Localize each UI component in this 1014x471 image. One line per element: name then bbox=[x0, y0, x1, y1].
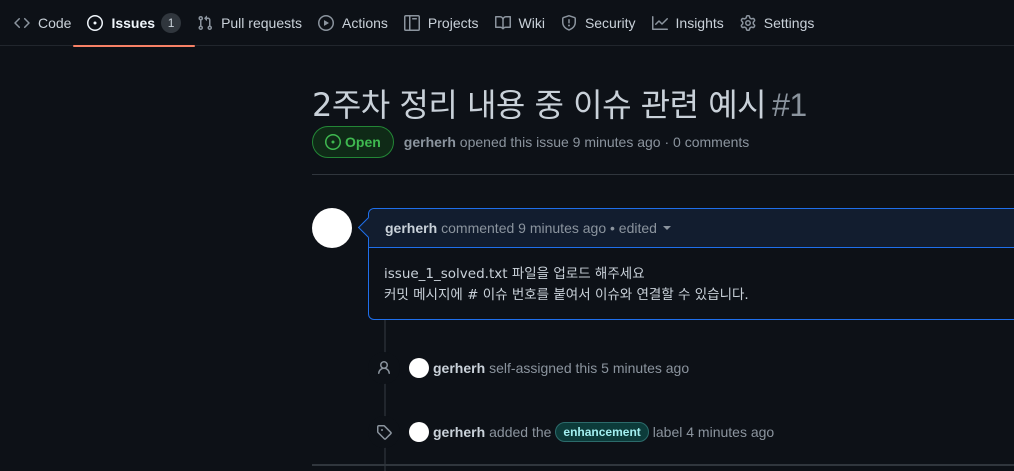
comment-body: issue_1_solved.txt 파일을 업로드 해주세요 커밋 메시지에 … bbox=[369, 248, 1014, 322]
tab-label: Wiki bbox=[518, 14, 545, 31]
tab-label: Code bbox=[38, 14, 72, 31]
tab-insights[interactable]: Insights bbox=[651, 0, 740, 46]
play-icon bbox=[318, 14, 334, 31]
comment-header: gerherh commented 9 minutes ago • edited bbox=[369, 209, 1014, 248]
issue-state-badge: Open bbox=[312, 126, 394, 158]
issue-title: 2주차 정리 내용 중 이슈 관련 예시 #1 bbox=[312, 80, 807, 126]
tab-projects[interactable]: Projects bbox=[403, 0, 495, 46]
issue-title-text: 2주차 정리 내용 중 이슈 관련 예시 bbox=[312, 86, 767, 124]
tab-label: Actions bbox=[342, 14, 388, 31]
issue-opened-icon bbox=[325, 134, 341, 150]
comment-body-line: 커밋 메시지에 # 이슈 번호를 붙여서 이슈와 연결할 수 있습니다. bbox=[384, 287, 749, 303]
event-text: added the bbox=[489, 424, 552, 440]
issue-opened-icon bbox=[87, 14, 104, 31]
tab-label: Settings bbox=[763, 14, 815, 31]
tab-label: Security bbox=[584, 14, 636, 31]
tab-security[interactable]: Security bbox=[561, 0, 652, 46]
tab-label: Issues bbox=[111, 14, 156, 31]
issue-meta-text: gerherh opened this issue 9 minutes ago … bbox=[404, 134, 750, 150]
tab-label: Projects bbox=[427, 14, 479, 31]
shield-icon bbox=[561, 14, 577, 31]
issue-number: #1 bbox=[772, 87, 807, 123]
table-icon bbox=[403, 14, 420, 31]
tag-icon bbox=[368, 416, 400, 448]
tab-wiki[interactable]: Wiki bbox=[494, 0, 561, 46]
timeline-event-labeled: gerherh added the enhancement label 4 mi… bbox=[368, 416, 774, 448]
comment-box: gerherh commented 9 minutes ago • edited… bbox=[368, 208, 1014, 320]
avatar[interactable] bbox=[409, 422, 429, 442]
issue-meta: Open gerherh opened this issue 9 minutes… bbox=[312, 126, 749, 158]
gear-icon bbox=[740, 14, 756, 31]
comment-body-line: issue_1_solved.txt 파일을 업로드 해주세요 bbox=[384, 266, 645, 282]
git-pull-request-icon bbox=[197, 15, 213, 31]
event-text: label 4 minutes ago bbox=[652, 424, 775, 440]
issue-state-label: Open bbox=[345, 134, 381, 150]
repo-nav: Code Issues 1 Pull requests Actions Proj… bbox=[0, 0, 1014, 47]
timeline-line bbox=[384, 320, 386, 471]
issues-count-badge: 1 bbox=[161, 12, 182, 33]
issue-opened-text: opened this issue 9 minutes ago · 0 comm… bbox=[459, 134, 750, 150]
comment-meta: commented 9 minutes ago • edited bbox=[441, 220, 657, 236]
event-text: self-assigned this 5 minutes ago bbox=[489, 360, 690, 376]
issue-author-link[interactable]: gerherh bbox=[404, 134, 456, 150]
timeline-event-assigned: gerherh self-assigned this 5 minutes ago bbox=[368, 352, 689, 384]
person-icon bbox=[368, 352, 400, 384]
graph-icon bbox=[651, 15, 668, 31]
event-author-link[interactable]: gerherh bbox=[433, 424, 485, 440]
tab-settings[interactable]: Settings bbox=[740, 0, 831, 46]
tab-issues[interactable]: Issues 1 bbox=[73, 0, 197, 47]
header-divider bbox=[312, 174, 1014, 175]
event-author-link[interactable]: gerherh bbox=[433, 360, 485, 376]
tab-code[interactable]: Code bbox=[14, 0, 87, 46]
avatar[interactable] bbox=[312, 208, 352, 248]
timeline-divider bbox=[312, 464, 1014, 466]
label-enhancement[interactable]: enhancement bbox=[555, 422, 649, 442]
chevron-down-icon[interactable] bbox=[662, 226, 671, 230]
tab-label: Pull requests bbox=[221, 14, 302, 31]
tab-pull-requests[interactable]: Pull requests bbox=[197, 0, 318, 46]
code-icon bbox=[14, 15, 30, 31]
avatar[interactable] bbox=[409, 358, 429, 378]
comment-author-link[interactable]: gerherh bbox=[385, 220, 437, 236]
book-icon bbox=[494, 15, 511, 31]
tab-label: Insights bbox=[675, 14, 724, 31]
tab-actions[interactable]: Actions bbox=[318, 0, 404, 46]
